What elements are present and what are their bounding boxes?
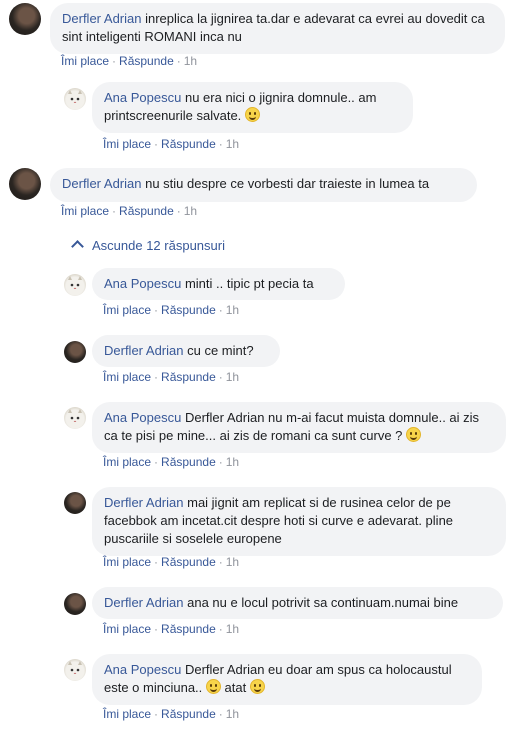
comment-actions: Îmi place · Răspunde · 1h [103, 455, 240, 469]
timestamp[interactable]: 1h [226, 622, 239, 636]
reply-link[interactable]: Răspunde [161, 370, 216, 384]
comment-actions: Îmi place · Răspunde · 1h [61, 204, 198, 218]
like-link[interactable]: Îmi place [61, 204, 109, 218]
comment-author[interactable]: Ana Popescu [104, 90, 181, 105]
like-link[interactable]: Îmi place [103, 303, 151, 317]
comment-bubble: Derfler Adrian nu stiu despre ce vorbest… [50, 168, 477, 202]
reply-link[interactable]: Răspunde [161, 555, 216, 569]
timestamp[interactable]: 1h [184, 204, 197, 218]
comment-author[interactable]: Derfler Adrian [104, 495, 183, 510]
comment-bubble: Derfler Adrian mai jignit am replicat si… [92, 487, 506, 556]
smile-emoji-icon [244, 107, 260, 122]
comment-bubble: Ana Popescu minti .. tipic pt pecia ta [92, 268, 345, 300]
avatar[interactable] [64, 407, 86, 429]
timestamp[interactable]: 1h [226, 137, 239, 151]
comment-text: minti .. tipic pt pecia ta [184, 276, 314, 291]
reply-link[interactable]: Răspunde [161, 137, 216, 151]
comment-bubble: Ana Popescu Derfler Adrian nu m-ai facut… [92, 402, 506, 453]
avatar[interactable] [64, 88, 86, 110]
comment-author[interactable]: Ana Popescu [104, 410, 181, 425]
reply-link[interactable]: Răspunde [161, 455, 216, 469]
smile-emoji-icon [249, 679, 265, 694]
avatar[interactable] [64, 492, 86, 514]
comment-bubble: Derfler Adrian cu ce mint? [92, 335, 280, 367]
comment-actions: Îmi place · Răspunde · 1h [103, 303, 240, 317]
like-link[interactable]: Îmi place [61, 54, 109, 68]
like-link[interactable]: Îmi place [103, 455, 151, 469]
timestamp[interactable]: 1h [226, 303, 239, 317]
reply-link[interactable]: Răspunde [119, 204, 174, 218]
like-link[interactable]: Îmi place [103, 137, 151, 151]
comment-author[interactable]: Derfler Adrian [62, 11, 141, 26]
like-link[interactable]: Îmi place [103, 622, 151, 636]
timestamp[interactable]: 1h [226, 370, 239, 384]
comment-bubble: Ana Popescu Derfler Adrian eu doar am sp… [92, 654, 482, 705]
smile-emoji-icon [205, 679, 221, 694]
comment-author[interactable]: Derfler Adrian [62, 176, 141, 191]
hide-replies-link[interactable]: Ascunde 12 răspunsuri [69, 237, 225, 255]
comment-actions: Îmi place · Răspunde · 1h [103, 137, 240, 151]
comment-text: ana nu e locul potrivit sa continuam.num… [187, 595, 459, 610]
comment-text: cu ce mint? [187, 343, 254, 358]
timestamp[interactable]: 1h [226, 707, 239, 721]
comment-actions: Îmi place · Răspunde · 1h [61, 54, 198, 68]
avatar[interactable] [64, 274, 86, 296]
hide-replies-label: Ascunde 12 răspunsuri [92, 238, 225, 253]
comment-text-continuation: atat [224, 680, 247, 695]
comment-author[interactable]: Ana Popescu [104, 662, 181, 677]
reply-link[interactable]: Răspunde [161, 303, 216, 317]
avatar[interactable] [9, 3, 41, 35]
comment-text: nu stiu despre ce vorbesti dar traieste … [145, 176, 430, 191]
smile-emoji-icon [406, 427, 422, 442]
reply-link[interactable]: Răspunde [119, 54, 174, 68]
comment-author[interactable]: Derfler Adrian [104, 595, 183, 610]
timestamp[interactable]: 1h [226, 555, 239, 569]
like-link[interactable]: Îmi place [103, 555, 151, 569]
comment-bubble: Ana Popescu nu era nici o jignira domnul… [92, 82, 413, 133]
avatar[interactable] [64, 593, 86, 615]
avatar[interactable] [64, 659, 86, 681]
timestamp[interactable]: 1h [184, 54, 197, 68]
comment-author[interactable]: Ana Popescu [104, 276, 181, 291]
like-link[interactable]: Îmi place [103, 707, 151, 721]
comment-actions: Îmi place · Răspunde · 1h [103, 707, 240, 721]
comment-actions: Îmi place · Răspunde · 1h [103, 370, 240, 384]
comment-author[interactable]: Derfler Adrian [104, 343, 183, 358]
comment-actions: Îmi place · Răspunde · 1h [103, 622, 240, 636]
comment-actions: Îmi place · Răspunde · 1h [103, 555, 240, 569]
like-link[interactable]: Îmi place [103, 370, 151, 384]
avatar[interactable] [9, 168, 41, 200]
reply-link[interactable]: Răspunde [161, 622, 216, 636]
timestamp[interactable]: 1h [226, 455, 239, 469]
comment-bubble: Derfler Adrian ana nu e locul potrivit s… [92, 587, 503, 619]
comment-bubble: Derfler Adrian inreplica la jignirea ta.… [50, 3, 505, 54]
reply-link[interactable]: Răspunde [161, 707, 216, 721]
avatar[interactable] [64, 341, 86, 363]
chevron-up-icon [71, 240, 84, 253]
